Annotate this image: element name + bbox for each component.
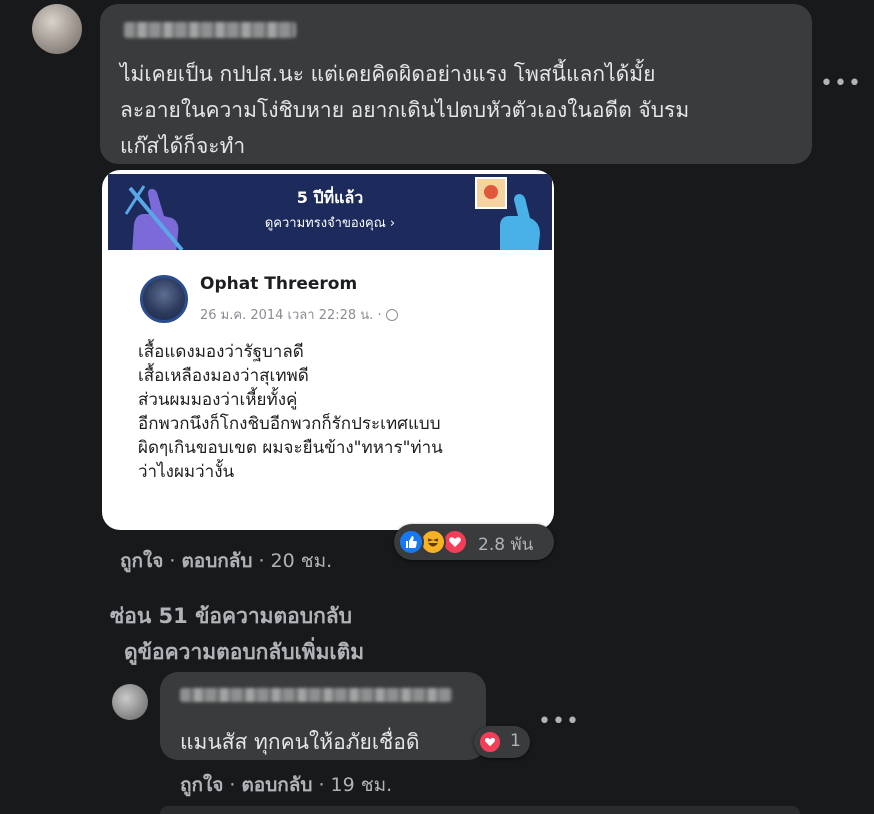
reply-reactions-summary[interactable]: 1 [474, 726, 530, 758]
comment-text: ไม่เคยเป็น กปปส.นะ แต่เคยคิดผิดอย่างแรง … [120, 56, 689, 164]
comment-thread: ไม่เคยเป็น กปปส.นะ แต่เคยคิดผิดอย่างแรง … [0, 0, 874, 814]
separator: · [229, 774, 236, 796]
reply-button[interactable]: ตอบกลับ [241, 774, 312, 796]
post-line: เสื้อเหลืองมองว่าสุเทพดี [138, 366, 309, 386]
memory-header: 5 ปีที่แล้ว ดูความทรงจำของคุณ › [108, 174, 552, 250]
more-options-icon[interactable]: ••• [820, 73, 862, 95]
separator: · [258, 550, 265, 572]
avatar[interactable] [32, 4, 82, 54]
reply-text: แมนสัส ทุกคนให้อภัยเชื่อดิ [180, 730, 420, 754]
avatar[interactable] [112, 684, 148, 720]
post-line: อีกพวกนึงก็โกงชิบอีกพวกก็รักประเทศแบบ [138, 414, 441, 434]
blurred-author-name[interactable] [124, 22, 296, 38]
separator: · [318, 774, 325, 796]
comment-actions: ถูกใจ · ตอบกลับ · 20 ชม. [120, 546, 332, 576]
post-body: เสื้อแดงมองว่ารัฐบาลดี เสื้อเหลืองมองว่า… [138, 340, 443, 484]
photo-hand-illustration-icon [475, 177, 540, 250]
post-line: ว่าไงผมว่างั้น [138, 462, 235, 482]
view-more-replies-link[interactable]: ดูข้อความตอบกลับเพิ่มเติม [124, 636, 364, 669]
hide-replies-link[interactable]: ซ่อน 51 ข้อความตอบกลับ [110, 600, 352, 633]
reaction-count: 1 [510, 731, 521, 751]
comment-timestamp[interactable]: 19 ชม. [331, 774, 393, 796]
reaction-count: 2.8 พัน [478, 535, 534, 555]
love-icon [478, 730, 502, 754]
reply-button[interactable]: ตอบกลับ [181, 550, 252, 572]
post-line: ส่วนผมมองว่าเหี้ยทั้งคู่ [138, 390, 298, 410]
reactions-summary[interactable]: 2.8 พัน [394, 524, 554, 560]
memory-screenshot-image[interactable]: 5 ปีที่แล้ว ดูความทรงจำของคุณ › Ophat Th… [102, 170, 554, 530]
comment-line: ไม่เคยเป็น กปปส.นะ แต่เคยคิดผิดอย่างแรง … [120, 62, 656, 86]
reply-actions: ถูกใจ · ตอบกลับ · 19 ชม. [180, 770, 392, 800]
blurred-author-name[interactable] [180, 688, 452, 702]
post-line: เสื้อแดงมองว่ารัฐบาลดี [138, 342, 304, 362]
post-meta: 26 ม.ค. 2014 เวลา 22:28 น. · [200, 304, 398, 325]
comment-line: ละอายในความโง่ชิบหาย อยากเดินไปตบหัวตัวเ… [120, 98, 690, 122]
comment-timestamp[interactable]: 20 ชม. [271, 550, 333, 572]
next-comment-edge [160, 806, 800, 814]
post-author-name: Ophat Threerom [200, 274, 358, 294]
like-button[interactable]: ถูกใจ [120, 550, 163, 572]
more-options-icon[interactable]: ••• [538, 711, 580, 733]
separator: · [169, 550, 176, 572]
post-timestamp: 26 ม.ค. 2014 เวลา 22:28 น. · [200, 308, 382, 323]
globe-icon [385, 309, 398, 321]
like-icon [398, 529, 424, 555]
like-button[interactable]: ถูกใจ [180, 774, 223, 796]
post-line: ผิดๆเกินขอบเขต ผมจะยืนข้าง"ทหาร"ท่าน [138, 438, 443, 458]
post-author-avatar [140, 275, 188, 323]
comment-line: แก๊สได้ก็จะทำ [120, 134, 246, 158]
